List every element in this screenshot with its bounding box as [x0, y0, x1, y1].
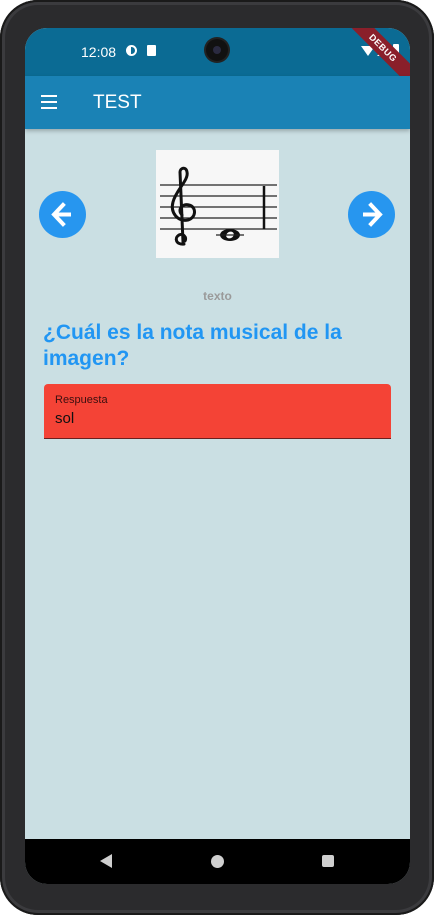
- next-button[interactable]: [348, 191, 395, 238]
- answer-input[interactable]: sol: [55, 410, 74, 427]
- system-navigation-bar: [25, 839, 410, 884]
- hamburger-menu-icon[interactable]: [39, 93, 61, 111]
- front-camera: [206, 39, 228, 61]
- recents-square-icon[interactable]: [322, 855, 334, 867]
- data-saver-icon: [126, 45, 137, 56]
- back-triangle-icon[interactable]: [100, 854, 112, 868]
- app-bar: TEST: [25, 76, 410, 129]
- arrow-right-icon: [363, 202, 383, 227]
- arrow-left-icon: [51, 202, 71, 227]
- app-title: TEST: [93, 92, 142, 113]
- answer-label: Respuesta: [55, 394, 108, 406]
- home-circle-icon[interactable]: [211, 855, 224, 868]
- device-frame: 12:08 DEBUG TEST texto ¿Cuál es la nota …: [0, 0, 434, 915]
- sd-card-icon: [147, 45, 156, 56]
- status-time: 12:08: [81, 44, 117, 60]
- previous-button[interactable]: [39, 191, 86, 238]
- treble-clef-whole-note-image: [156, 150, 279, 258]
- question-text: ¿Cuál es la nota musical de la imagen?: [43, 321, 342, 370]
- answer-field[interactable]: Respuesta sol: [44, 384, 391, 439]
- image-caption: texto: [203, 289, 232, 303]
- app-screen: 12:08 DEBUG TEST texto ¿Cuál es la nota …: [25, 28, 410, 884]
- status-bar: 12:08 DEBUG: [25, 28, 410, 93]
